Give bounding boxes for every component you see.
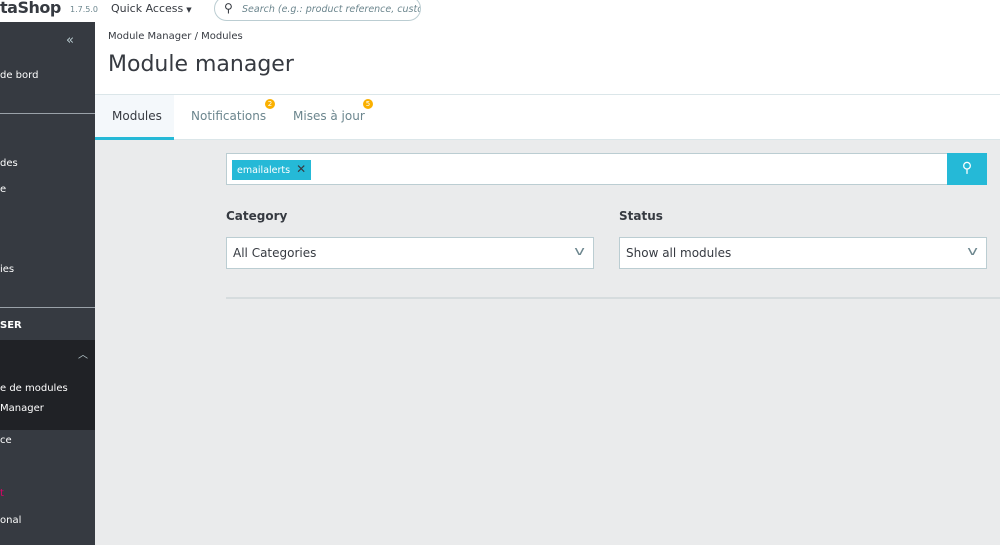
sidebar-subitem-marketplace[interactable]: e de modules [0, 383, 68, 394]
quick-access-dropdown[interactable]: Quick Access ▼ [111, 2, 192, 15]
breadcrumb-modules[interactable]: Modules [201, 31, 243, 42]
status-value: Show all modules [626, 246, 732, 260]
search-button[interactable]: ⚲ [947, 153, 987, 185]
category-value: All Categories [233, 246, 317, 260]
search-tag: emailalerts ✕ [232, 160, 312, 180]
search-icon: ⚲ [224, 1, 233, 15]
sidebar-item-shipping[interactable]: t [0, 488, 4, 499]
collapse-sidebar-icon[interactable]: « [66, 33, 74, 48]
caret-down-icon: ▼ [186, 6, 192, 14]
page-header: Module Manager / Modules Module manager … [95, 22, 1000, 140]
breadcrumb-separator: / [194, 31, 198, 42]
status-select[interactable]: Show all modules v [619, 237, 987, 269]
quick-access-label: Quick Access [111, 2, 184, 15]
notification-badge: 2 [265, 99, 275, 109]
category-select[interactable]: All Categories v [226, 237, 594, 269]
tab-updates[interactable]: Mises à jour 5 [276, 95, 376, 140]
sidebar-item-stats[interactable]: ies [0, 264, 14, 275]
sidebar-section-customize: SER [0, 320, 22, 331]
updates-badge: 5 [363, 99, 373, 109]
sidebar-subitem-module-manager[interactable]: Manager [0, 403, 44, 414]
logo[interactable]: taShop [0, 0, 61, 17]
page-title: Module manager [108, 52, 294, 77]
divider [0, 113, 95, 114]
sidebar-item-appearance[interactable]: ce [0, 435, 12, 446]
breadcrumb-module-manager[interactable]: Module Manager [108, 31, 191, 42]
tab-label: Mises à jour [293, 109, 365, 123]
sidebar-item-catalog[interactable]: e [0, 184, 6, 195]
module-search-input[interactable]: emailalerts ✕ [226, 153, 948, 185]
tabs: Modules Notifications 2 Mises à jour 5 [95, 94, 1000, 140]
divider [0, 307, 95, 308]
tab-modules[interactable]: Modules [95, 95, 174, 140]
sidebar-item-modules-expanded[interactable]: ︿ e de modules Manager [0, 340, 95, 430]
top-bar: taShop 1.7.5.0 Quick Access ▼ ⚲ Search (e.… [0, 0, 1000, 22]
search-icon: ⚲ [961, 160, 973, 176]
breadcrumb: Module Manager / Modules [108, 31, 243, 42]
category-label: Category [226, 209, 288, 223]
tab-label: Notifications [191, 109, 267, 123]
chevron-down-icon: v [574, 244, 585, 258]
tab-label: Modules [112, 109, 162, 123]
status-label: Status [619, 209, 663, 223]
chevron-down-icon: v [967, 244, 978, 258]
divider [226, 297, 1000, 299]
search-tag-label: emailalerts [237, 165, 291, 176]
sidebar-item-dashboard[interactable]: de bord [0, 70, 38, 81]
sidebar-item-orders[interactable]: des [0, 158, 18, 169]
search-placeholder: Search (e.g.: product reference, custome [242, 4, 421, 15]
close-icon[interactable]: ✕ [296, 162, 306, 176]
version: 1.7.5.0 [70, 5, 98, 14]
sidebar-item-international[interactable]: onal [0, 515, 21, 526]
tab-notifications[interactable]: Notifications 2 [174, 95, 275, 140]
logo-text: taShop [0, 0, 61, 17]
sidebar: « de bord des e ies SER ︿ e de modules M… [0, 22, 95, 545]
global-search-input[interactable]: ⚲ Search (e.g.: product reference, custom… [214, 0, 421, 21]
chevron-up-icon: ︿ [78, 350, 88, 361]
